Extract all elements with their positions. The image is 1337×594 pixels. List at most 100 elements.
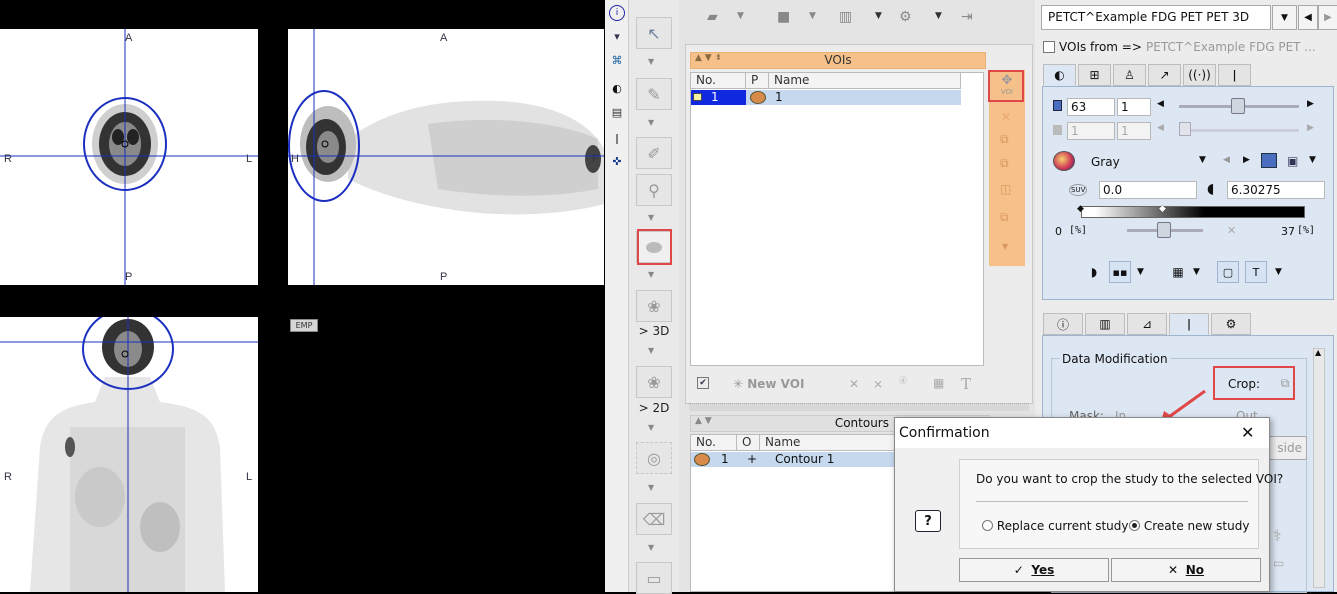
colormap-value[interactable]: Gray [1091,155,1120,169]
table-icon[interactable]: ▦ [1167,261,1189,283]
export-icon[interactable]: ⇥ [961,9,973,25]
slice-b-slider-thumb[interactable] [1179,122,1191,136]
tool-icon[interactable]: ⚕ [1273,526,1282,545]
splitter[interactable] [689,403,1029,411]
slider-left-icon[interactable]: ◀ [1157,99,1164,109]
close-icon[interactable]: ✕ [1227,224,1236,237]
grid-icon[interactable]: ▦ [933,376,944,390]
chevron-down-icon[interactable]: ▼ [648,483,654,492]
box-tool-button[interactable]: ▭ [636,562,672,594]
suv-unit[interactable]: SUV [1069,184,1088,196]
col-no[interactable]: No. [691,435,737,451]
collapse-arrows-icon[interactable]: ▲ ▼ [695,416,712,426]
slice-index-input[interactable] [1067,98,1115,116]
scroll-up-icon[interactable]: ▲ [1315,348,1321,357]
chevron-down-icon[interactable]: ▼ [1199,155,1206,165]
print-icon[interactable]: ▤ [609,104,625,120]
delete-icon[interactable]: ✕ [849,377,859,391]
col-no[interactable]: No. [691,73,746,89]
chevron-down-icon[interactable]: ▼ [648,213,654,222]
palette-icon[interactable] [1053,151,1075,171]
window-preset-icon[interactable]: ◗ [1083,261,1105,283]
col-p[interactable]: P [746,73,769,89]
folder-open-icon[interactable]: ▰ [707,9,718,25]
info-icon[interactable]: i [609,5,625,21]
create-radio[interactable]: Create new study [1129,519,1249,533]
thermometer-icon[interactable]: ǀ [609,130,625,146]
copy-icon[interactable]: ⧉ [1000,132,1009,147]
pen-tool-button[interactable]: ✐ [636,137,672,169]
to-3d-label[interactable]: > 3D [629,324,679,338]
voi-info-icon[interactable]: ⓓ [899,375,907,386]
vois-from-label[interactable]: VOIs from => [1059,40,1142,54]
chevron-down-icon[interactable]: ▼ [648,543,654,552]
next-study-icon[interactable]: ▶ [1318,5,1337,30]
slice-count-input[interactable] [1117,98,1151,116]
collapse-arrows-icon[interactable]: ▲ ▼ ⇟ [695,53,722,63]
tab-layout[interactable]: ⊞ [1078,64,1111,86]
to-2d-label[interactable]: > 2D [629,401,679,415]
table-row[interactable]: 1 1 [691,90,961,105]
chevron-down-icon[interactable]: ▼ [1275,267,1282,277]
max-value-input[interactable] [1227,181,1325,199]
transaxial-viewport[interactable]: A P R L [0,29,258,285]
col-o[interactable]: O [737,435,760,451]
no-button[interactable]: ✕ No [1111,558,1261,582]
sagittal-viewport[interactable]: A P H F [288,29,604,285]
contour-name[interactable]: Contour 1 [775,452,834,467]
slice-b-count-input[interactable] [1117,122,1151,140]
fit-button[interactable]: ▢ [1217,261,1239,283]
tab-signal[interactable]: ((·)) [1183,64,1216,86]
slice-b-input[interactable] [1067,122,1115,140]
voi-color-icon[interactable] [750,91,766,104]
chevron-down-icon[interactable]: ▼ [809,11,816,21]
chevron-down-icon[interactable]: ▼ [648,270,654,279]
colorbar[interactable] [1081,206,1305,218]
chevron-down-icon[interactable]: ▼ [1309,155,1316,165]
close-icon[interactable]: ✕ [1241,423,1254,442]
network-icon[interactable]: ⌘ [609,52,625,68]
chevron-down-icon[interactable]: ▼ [648,346,654,355]
chevron-down-icon[interactable]: ▼ [648,423,654,432]
slice-slider-thumb[interactable] [1231,98,1245,114]
side-button[interactable]: side [1267,436,1307,460]
delete-all-icon[interactable]: ⨯ [873,377,883,391]
chevron-down-icon[interactable]: ▼ [875,11,882,21]
contour-color-icon[interactable] [694,453,710,466]
chevron-down-icon[interactable]: ▼ [1002,242,1008,251]
contour-tool-button[interactable]: ◎ [636,442,672,474]
3d-voi-button[interactable]: ❀ [636,290,672,322]
brush-tool-button[interactable]: ⚲ [636,174,672,206]
tab-fusion[interactable]: ♙ [1113,64,1146,86]
next-colormap-icon[interactable]: ▶ [1243,155,1250,165]
range-slider-thumb[interactable] [1157,222,1171,238]
tab-settings[interactable]: ⚙ [1211,313,1251,335]
cylinder-icon[interactable]: ▭ [1273,556,1284,570]
new-voi-button[interactable]: ✳ New VOI [733,377,804,391]
slider-left-icon[interactable]: ◀ [1157,123,1164,133]
close-icon[interactable]: ✕ [1001,110,1011,124]
chevron-down-icon[interactable]: ▼ [1193,267,1200,277]
chevron-down-icon[interactable]: ▼ [737,11,744,21]
lower-threshold-icon[interactable]: ◆ [1077,204,1084,214]
slider-right-icon[interactable]: ▶ [1307,123,1314,133]
previous-study-icon[interactable]: ◀ [1298,5,1318,30]
mirror-icon[interactable]: ◫ [1000,182,1011,196]
paste-icon[interactable]: ⧉ [1000,156,1009,171]
crosshair-icon[interactable]: ✜ [609,153,625,169]
layout-toggle-button[interactable]: ▪▪ [1109,261,1131,283]
chevron-down-icon[interactable]: ▼ [1137,267,1144,277]
save-icon[interactable]: ■ [777,9,790,25]
chevron-down-icon[interactable]: ▼ [1272,5,1297,30]
invert-icon[interactable] [1261,153,1277,168]
select-tool-button[interactable]: ↖ [636,17,672,49]
contrast-icon[interactable]: ◐ [609,80,625,96]
magic-wand-button[interactable]: ✎ [636,78,672,110]
chevron-down-icon[interactable]: ▼ [648,118,654,127]
vois-from-checkbox[interactable] [1043,41,1055,53]
histogram-icon[interactable]: ▥ [839,9,852,25]
tab-contrast[interactable]: ◐ [1043,64,1076,86]
previous-colormap-icon[interactable]: ◀ [1223,155,1230,165]
visible-icon[interactable] [693,93,702,101]
voi-name[interactable]: 1 [775,90,783,105]
